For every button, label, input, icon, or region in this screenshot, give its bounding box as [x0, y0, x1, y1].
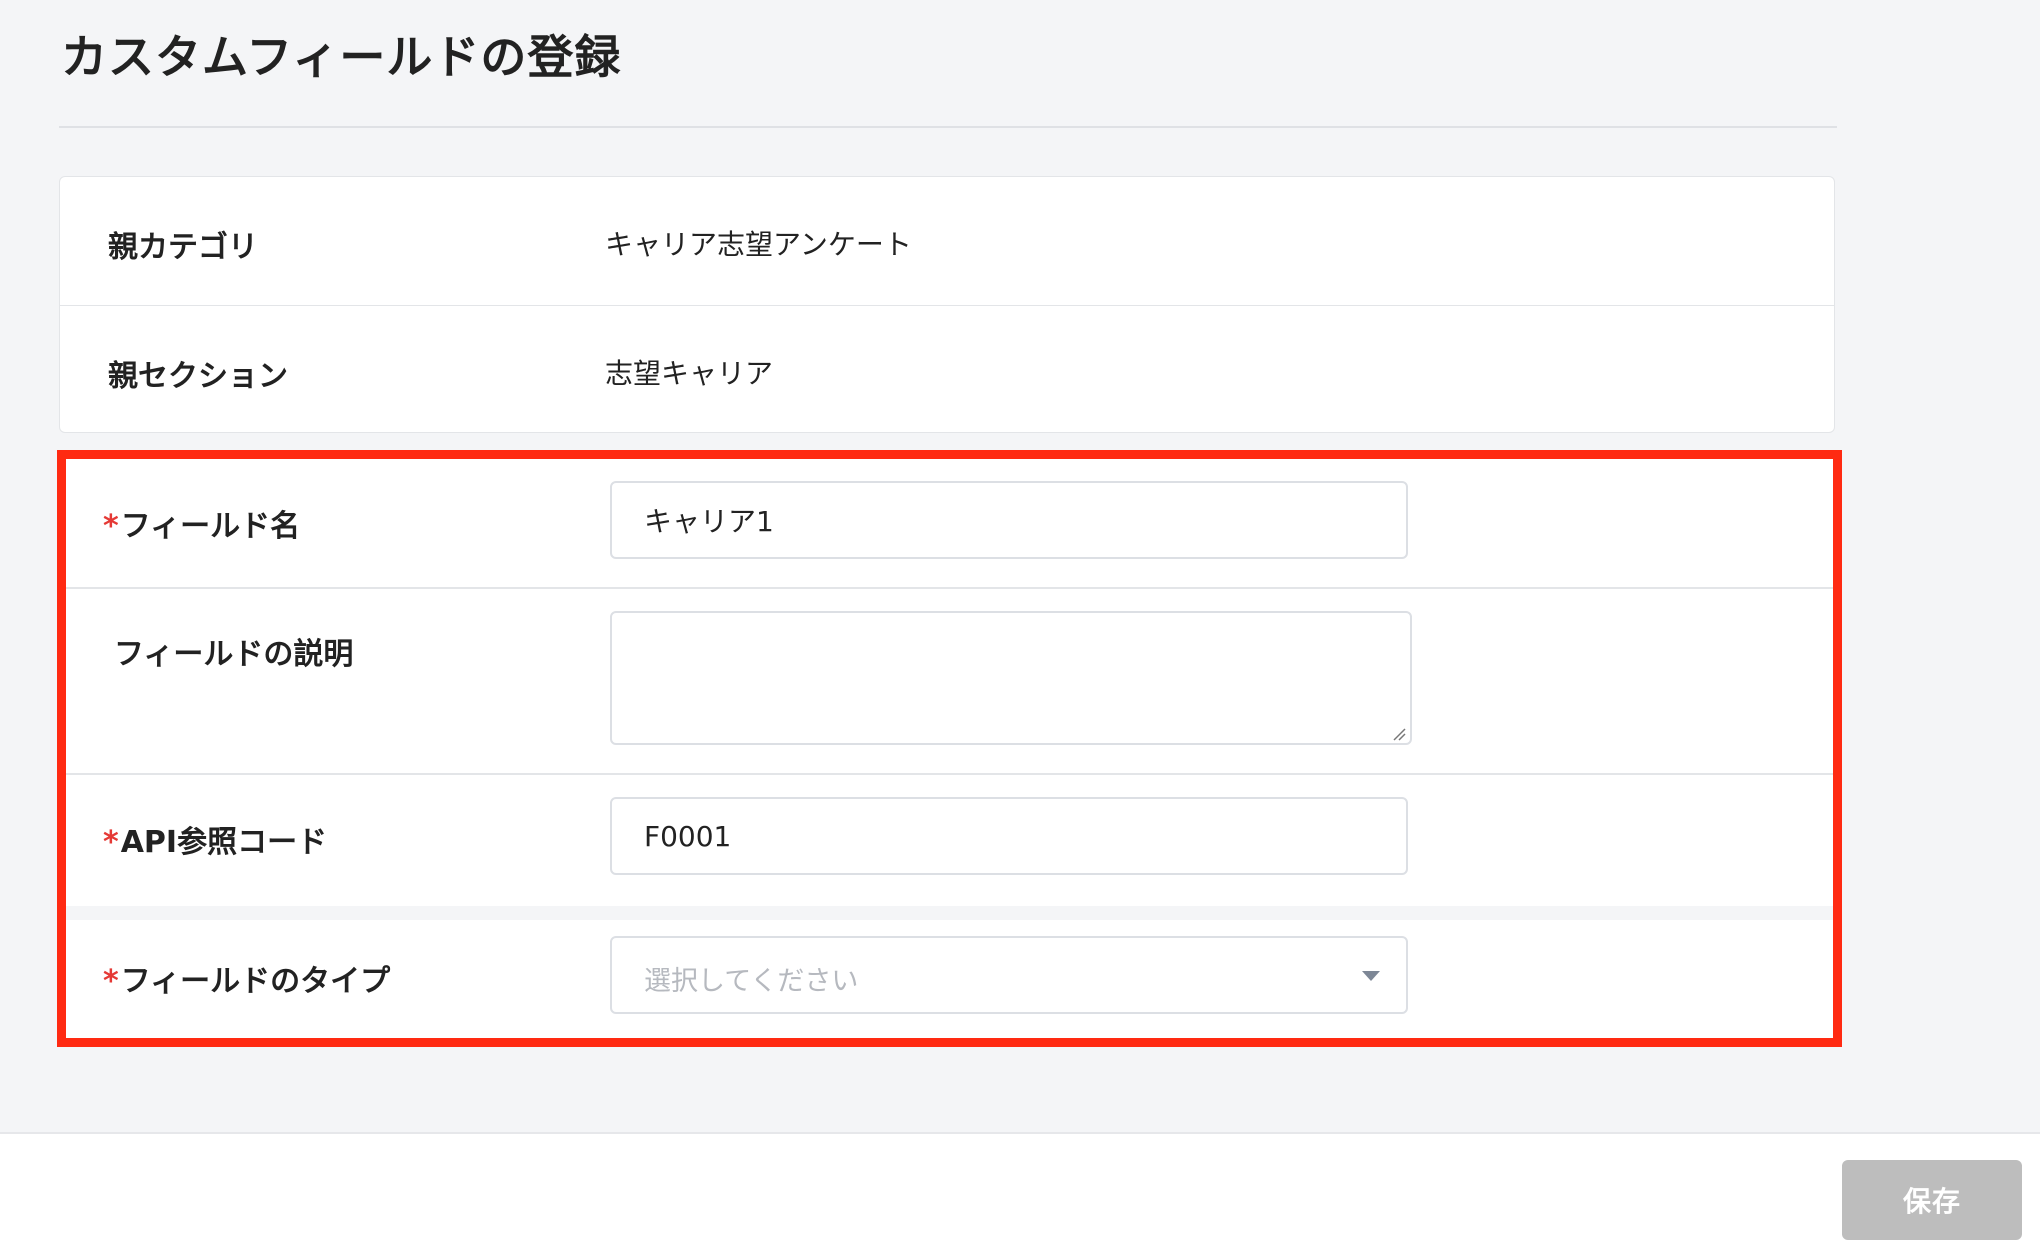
- title-divider: [59, 126, 1837, 128]
- caret-down-icon[interactable]: [1362, 971, 1380, 981]
- field-name-label: *フィールド名: [103, 509, 301, 544]
- field-name-input[interactable]: [610, 481, 1408, 559]
- field-description-textarea[interactable]: [610, 611, 1412, 745]
- field-type-row: *フィールドのタイプ 選択してください: [66, 920, 1833, 1038]
- resize-handle-icon[interactable]: [1392, 727, 1406, 741]
- field-type-label: *フィールドのタイプ: [103, 964, 391, 999]
- parent-category-row: 親カテゴリ キャリア志望アンケート: [60, 177, 1834, 305]
- parent-category-label: 親カテゴリ: [108, 230, 258, 265]
- field-type-select[interactable]: 選択してください: [610, 936, 1408, 1014]
- api-code-input[interactable]: [610, 797, 1408, 875]
- parent-category-value: キャリア志望アンケート: [605, 228, 912, 261]
- parent-info-card: 親カテゴリ キャリア志望アンケート 親セクション 志望キャリア: [59, 176, 1835, 433]
- field-type-placeholder: 選択してください: [644, 966, 859, 997]
- footer-bar: 保存: [0, 1132, 2040, 1250]
- parent-section-value: 志望キャリア: [605, 357, 774, 390]
- custom-field-form: *フィールド名 フィールドの説明 *API参照コード *フィールドのタイプ 選択…: [57, 450, 1842, 1047]
- parent-section-label: 親セクション: [108, 359, 288, 394]
- required-mark: *: [103, 509, 119, 544]
- field-name-row: *フィールド名: [66, 459, 1833, 589]
- field-description-row: フィールドの説明: [66, 589, 1833, 775]
- api-code-label: *API参照コード: [103, 825, 328, 860]
- required-mark: *: [103, 964, 119, 999]
- row-gap: [66, 906, 1833, 920]
- api-code-row: *API参照コード: [66, 775, 1833, 906]
- save-button[interactable]: 保存: [1842, 1160, 2022, 1240]
- required-mark: *: [103, 825, 119, 860]
- page-title: カスタムフィールドの登録: [61, 30, 622, 84]
- parent-section-row: 親セクション 志望キャリア: [60, 305, 1834, 433]
